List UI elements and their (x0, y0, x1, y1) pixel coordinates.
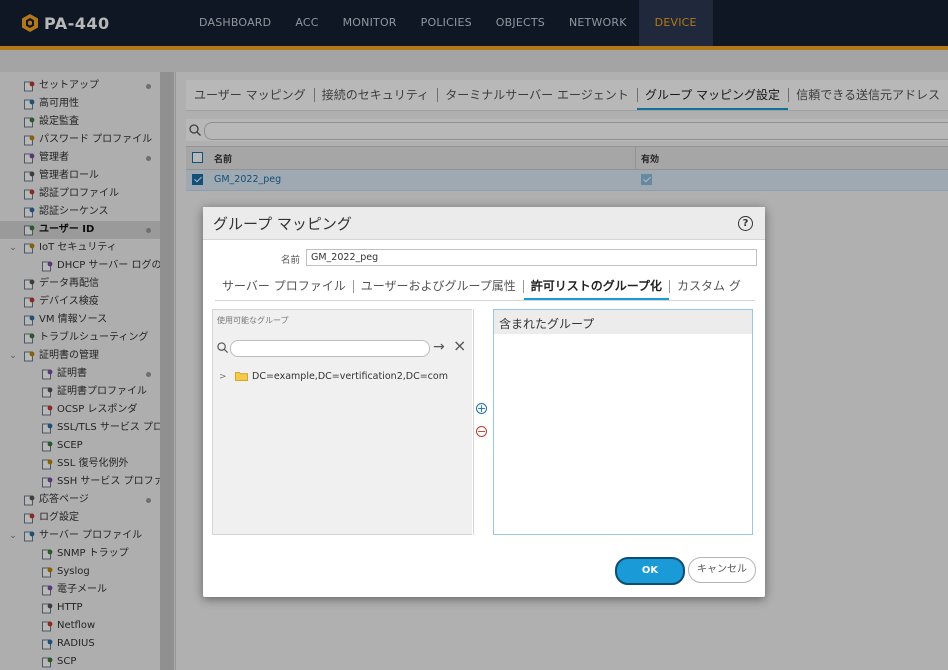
arrow-right-icon[interactable]: → (433, 339, 445, 355)
chevron-right-icon[interactable]: > (219, 369, 229, 385)
remove-icon[interactable]: − (476, 426, 487, 437)
close-icon[interactable]: × (453, 338, 466, 354)
folder-icon (235, 372, 248, 381)
tab-user-group-attributes[interactable]: ユーザーおよびグループ属性 (354, 272, 523, 300)
tab-custom-group[interactable]: カスタム グ (670, 272, 748, 300)
included-groups-title: 含まれたグループ (499, 317, 595, 331)
included-groups-panel: 含まれたグループ (493, 309, 753, 535)
tree-node-domain[interactable]: > DC=example,DC=vertification2,DC=com (219, 369, 448, 385)
search-icon (217, 342, 228, 353)
tab-group-include-list[interactable]: 許可リストのグループ化 (523, 272, 670, 300)
tab-server-profile[interactable]: サーバー プロファイル (215, 272, 353, 300)
dialog-header: グループ マッピング ? (203, 207, 765, 240)
group-mapping-dialog: グループ マッピング ? 名前 GM_2022_peg サーバー プロファイル … (203, 207, 765, 597)
panel-gap (472, 309, 473, 535)
available-groups-search-input[interactable] (230, 340, 430, 357)
cancel-button[interactable]: キャンセル (688, 557, 756, 583)
available-groups-list: → × > DC=example,DC=vertification2,DC=co… (213, 334, 473, 534)
tree-node-label: DC=example,DC=vertification2,DC=com (252, 371, 448, 382)
name-label: 名前 (281, 255, 301, 266)
dialog-tab-strip: サーバー プロファイル ユーザーおよびグループ属性 許可リストのグループ化 カス… (215, 272, 755, 301)
available-groups-title: 使用可能なグループ (217, 316, 289, 325)
name-input[interactable]: GM_2022_peg (306, 249, 757, 266)
ok-button[interactable]: OK (615, 557, 685, 585)
included-groups-header: 含まれたグループ (494, 310, 752, 334)
add-icon[interactable]: + (476, 403, 487, 414)
dialog-title: グループ マッピング (213, 215, 352, 233)
help-icon[interactable]: ? (738, 216, 753, 231)
available-groups-panel: 使用可能なグループ → × > DC=example,DC=vertificat… (212, 309, 474, 535)
